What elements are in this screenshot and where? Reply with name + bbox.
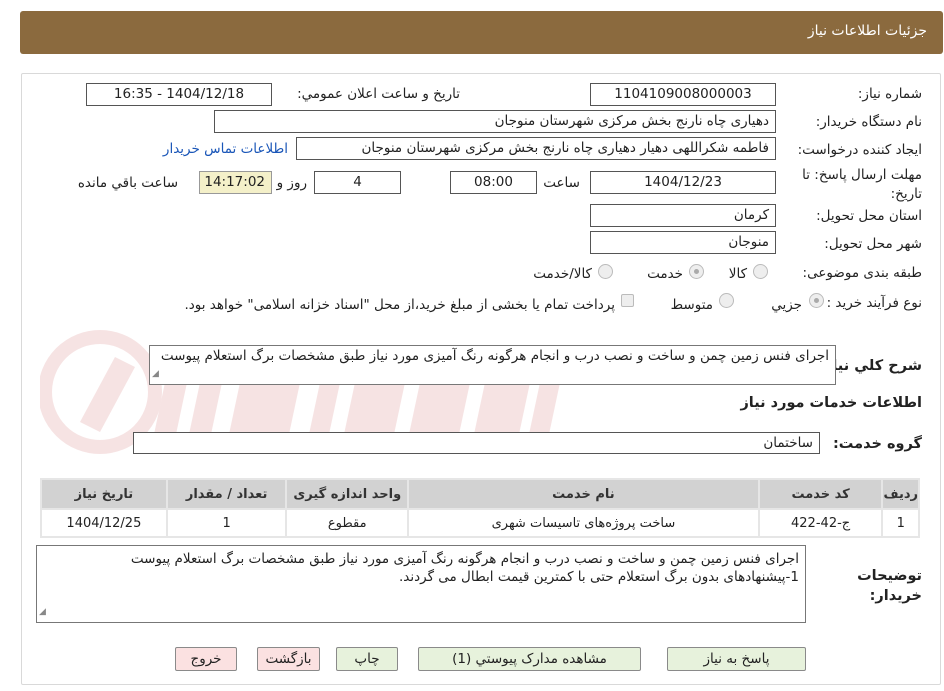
category-option-service: خدمت [647,266,683,282]
reply-button[interactable]: پاسخ به نياز [667,647,806,671]
city-field: منوجان [590,231,776,254]
announce-date-label: تاریخ و ساعت اعلان عمومي: [297,86,460,102]
category-radio-service[interactable] [689,264,704,279]
city-label: شهر محل تحويل: [824,236,922,252]
category-option-goods: کالا [728,266,747,282]
buyer-org-label: نام دستگاه خريدار: [815,114,922,130]
buyer-contact-link[interactable]: اطلاعات تماس خريدار [163,141,288,157]
treasury-checkbox[interactable] [621,294,634,307]
service-group-field: ساختمان [133,432,820,454]
notes-line-1: اجرای فنس زمین چمن و ساخت و نصب درب و ان… [130,551,799,567]
page-header: جزئیات اطلاعات نیاز [20,11,943,54]
process-label: نوع فرآيند خريد : [826,295,922,311]
cell-quantity: 1 [167,510,286,536]
table-row: 1 ج-42-422 ساخت پروژه‌های تاسیسات شهری م… [42,510,918,536]
col-header-date: تاريخ نياز [42,480,166,508]
remaining-label: ساعت باقي مانده [77,175,178,191]
cell-unit: مقطوع [287,510,408,536]
print-button[interactable]: چاپ [336,647,398,671]
col-header-quantity: تعداد / مقدار [167,480,286,508]
table-header-row: رديف کد خدمت نام خدمت واحد اندازه گيری ت… [42,480,918,508]
announce-date-field: 1404/12/18 - 16:35 [86,83,272,106]
notes-textarea[interactable]: اجرای فنس زمین چمن و ساخت و نصب درب و ان… [36,545,806,623]
process-option-medium: متوسط [670,297,713,313]
resize-handle-icon[interactable]: ◢ [152,366,159,383]
cell-row: 1 [883,510,918,536]
category-option-goods-service: کالا/خدمت [533,266,592,282]
payment-note: پرداخت تمام یا بخشی از مبلغ خرید،از محل … [184,297,615,313]
col-header-unit: واحد اندازه گيری [287,480,408,508]
province-field: کرمان [590,204,776,227]
summary-textarea[interactable]: اجرای فنس زمین چمن و ساخت و نصب درب و ان… [149,345,836,385]
cell-code: ج-42-422 [759,510,882,536]
category-label: طبقه بندی موضوعی: [802,265,922,281]
deadline-date-field: 1404/12/23 [590,171,776,194]
exit-button[interactable]: خروج [175,647,237,671]
col-header-name: نام خدمت [409,480,758,508]
remaining-time-field: 14:17:02 [199,171,272,194]
need-number-field: 1104109008000003 [590,83,776,106]
process-option-minor: جزيي [771,297,802,313]
process-radio-medium[interactable] [719,293,734,308]
category-radio-goods[interactable] [753,264,768,279]
notes-label: توضيحات خريدار: [857,568,922,604]
col-header-code: کد خدمت [759,480,882,508]
resize-handle-icon[interactable]: ◢ [39,603,46,621]
buyer-org-field: دهیاری چاه نارنج بخش مرکزی شهرستان منوجا… [214,110,776,133]
category-radio-goods-service[interactable] [598,264,613,279]
attachments-button[interactable]: مشاهده مدارک پيوستي (1) [418,647,641,671]
cell-name: ساخت پروژه‌های تاسیسات شهری [409,510,758,536]
notes-line-2: 1-پیشنهادهای بدون برگ استعلام حتی با کمت… [398,569,799,585]
page-title: جزئیات اطلاعات نیاز [807,23,927,39]
requester-label: ايجاد کننده درخواست: [797,142,922,158]
services-heading: اطلاعات خدمات مورد نياز [740,395,922,411]
process-radio-minor[interactable] [809,293,824,308]
requester-field: فاطمه شکراللهی دهیار دهیاری چاه نارنج بخ… [296,137,776,160]
days-label: روز و [276,175,307,191]
deadline-hour-label: ساعت [543,175,580,191]
deadline-label: مهلت ارسال پاسخ: تا تاريخ: [802,167,922,202]
summary-text: اجرای فنس زمین چمن و ساخت و نصب درب و ان… [160,348,829,364]
days-field: 4 [314,171,401,194]
service-group-label: گروه خدمت: [832,436,922,452]
deadline-time-field: 08:00 [450,171,537,194]
details-panel: شماره نیاز: 1104109008000003 تاریخ و ساع… [21,73,941,685]
cell-date: 1404/12/25 [42,510,166,536]
col-header-row: رديف [883,480,918,508]
province-label: استان محل تحويل: [816,208,922,224]
services-table: رديف کد خدمت نام خدمت واحد اندازه گيری ت… [40,478,920,538]
need-number-label: شماره نیاز: [857,86,922,102]
back-button[interactable]: بازگشت [257,647,320,671]
